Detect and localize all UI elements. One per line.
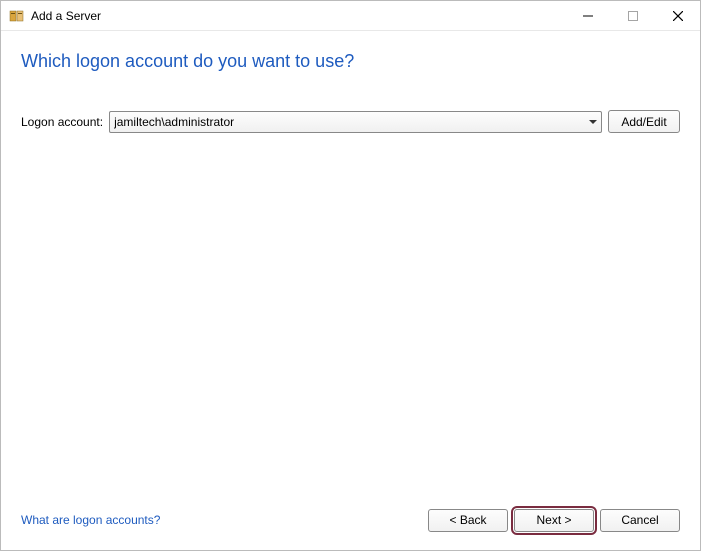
content-area: Which logon account do you want to use? … bbox=[1, 31, 700, 500]
page-heading: Which logon account do you want to use? bbox=[21, 51, 680, 72]
add-edit-button[interactable]: Add/Edit bbox=[608, 110, 680, 133]
logon-account-selected: jamiltech\administrator bbox=[114, 115, 589, 129]
close-button[interactable] bbox=[655, 1, 700, 31]
app-icon bbox=[9, 8, 25, 24]
title-bar: Add a Server bbox=[1, 1, 700, 31]
logon-account-label: Logon account: bbox=[21, 115, 103, 129]
back-button[interactable]: < Back bbox=[428, 509, 508, 532]
window-title: Add a Server bbox=[31, 9, 101, 23]
minimize-button[interactable] bbox=[565, 1, 610, 31]
next-button[interactable]: Next > bbox=[514, 509, 594, 532]
maximize-button bbox=[610, 1, 655, 31]
help-link[interactable]: What are logon accounts? bbox=[21, 513, 160, 527]
footer: What are logon accounts? < Back Next > C… bbox=[1, 500, 700, 550]
logon-account-row: Logon account: jamiltech\administrator A… bbox=[21, 110, 680, 133]
chevron-down-icon bbox=[589, 118, 597, 126]
logon-account-dropdown[interactable]: jamiltech\administrator bbox=[109, 111, 602, 133]
cancel-button[interactable]: Cancel bbox=[600, 509, 680, 532]
